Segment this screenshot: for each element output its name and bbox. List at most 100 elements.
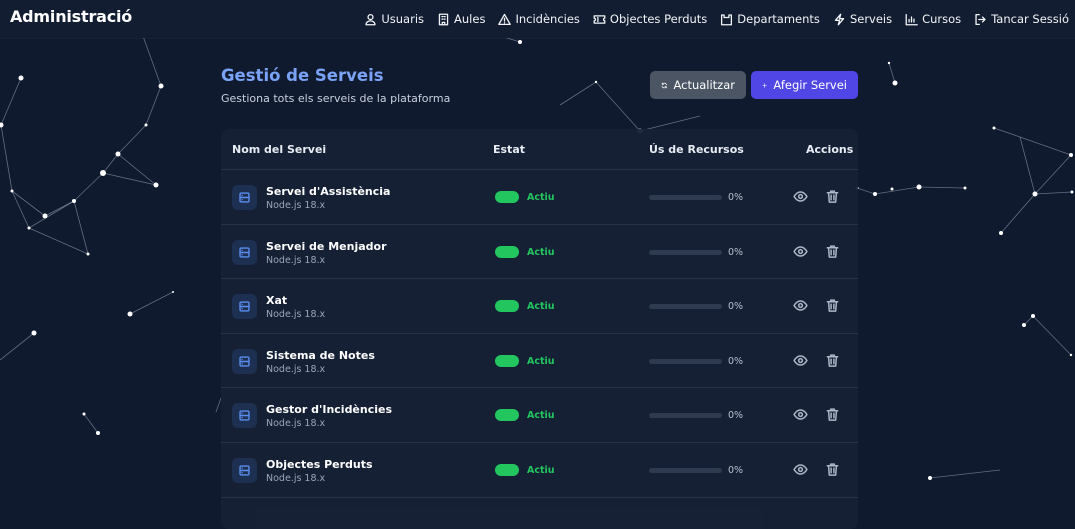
server-icon (232, 348, 257, 374)
eye-icon (793, 189, 808, 208)
trash-icon (825, 462, 840, 481)
service-runtime: Node.js 18.x (266, 309, 326, 321)
service-name: Servei d'Assistència (266, 185, 391, 198)
plus-icon (762, 82, 767, 88)
nav-tancar-sessio[interactable]: Tancar Sessió (974, 12, 1069, 26)
page-subtitle: Gestiona tots els serveis de la platafor… (221, 92, 451, 105)
status-label: Actiu (527, 246, 555, 258)
service-runtime: Node.js 18.x (266, 418, 326, 430)
status-label: Actiu (527, 355, 555, 367)
server-icon (232, 185, 257, 210)
server-icon (232, 239, 257, 265)
usage-bar (649, 358, 722, 364)
usage-percent: 0% (728, 192, 744, 203)
status-toggle[interactable] (495, 354, 519, 367)
trash-icon (825, 244, 840, 263)
delete-button[interactable] (825, 462, 840, 477)
status-toggle[interactable] (495, 463, 519, 476)
usage-bar (649, 249, 722, 255)
status-toggle[interactable] (495, 191, 519, 203)
eye-icon (793, 244, 808, 263)
view-button[interactable] (793, 462, 808, 477)
nav-cursos[interactable]: Cursos (905, 12, 961, 26)
view-button[interactable] (793, 298, 808, 313)
view-button[interactable] (793, 353, 808, 368)
server-icon (232, 457, 257, 483)
header-actions: Accions (806, 143, 854, 156)
service-runtime: Node.js 18.x (266, 200, 326, 211)
nav-objectes-perduts[interactable]: Objectes Perduts (593, 12, 707, 26)
ticket-icon (593, 14, 606, 24)
nav-aules[interactable]: Aules (437, 12, 485, 26)
delete-button[interactable] (825, 407, 840, 422)
table-row: Xat Node.js 18.x Actiu 0% (221, 279, 858, 334)
status-label: Actiu (527, 192, 555, 203)
service-name: Sistema de Notes (266, 348, 375, 362)
trash-icon (825, 189, 840, 208)
nav-usuaris[interactable]: Usuaris (364, 12, 424, 26)
nav-label: Objectes Perduts (609, 12, 708, 26)
bolt-icon (834, 13, 845, 25)
view-button[interactable] (793, 189, 808, 204)
usage-percent: 0% (728, 355, 744, 367)
view-button[interactable] (793, 244, 808, 259)
eye-icon (793, 353, 808, 372)
service-name: Gestor d'Incidències (266, 403, 393, 417)
user-icon (365, 13, 376, 25)
delete-button[interactable] (825, 353, 840, 368)
status-toggle[interactable] (495, 245, 519, 258)
header-usage: Ús de Recursos (649, 143, 744, 156)
delete-button[interactable] (825, 244, 840, 259)
table-row: Gestor d'Incidències Node.js 18.x Actiu 0% (221, 388, 858, 443)
table-body: Servei d'Assistència Node.js 18.x Actiu 0% S… (221, 170, 858, 498)
service-runtime: Node.js 18.x (266, 363, 326, 375)
header-status: Estat (493, 143, 526, 156)
nav-label: Serveis (849, 12, 893, 26)
usage-percent: 0% (728, 464, 744, 476)
nav-departaments[interactable]: Departaments (720, 12, 820, 26)
delete-button[interactable] (825, 298, 840, 313)
header-name: Nom del Servei (232, 143, 327, 156)
refresh-icon (661, 82, 667, 88)
status-toggle[interactable] (495, 300, 519, 313)
usage-bar (649, 413, 722, 419)
nav-label: Cursos (922, 12, 962, 26)
add-service-button[interactable]: Afegir Servei (751, 71, 858, 99)
chart-icon (905, 13, 918, 25)
refresh-label: Actualitzar (673, 78, 735, 92)
status-label: Actiu (527, 301, 555, 313)
page-title: Gestió de Serveis (221, 66, 384, 85)
service-name: Servei de Menjador (266, 239, 387, 253)
eye-icon (793, 462, 808, 481)
inbox-icon (721, 13, 733, 25)
usage-bar (649, 467, 722, 473)
usage-bar (649, 304, 722, 310)
nav-label: Departaments (737, 12, 820, 26)
trash-icon (825, 407, 840, 426)
server-icon (232, 403, 257, 429)
service-runtime: Node.js 18.x (266, 472, 326, 484)
status-label: Actiu (527, 464, 555, 476)
table-row: Servei de Menjador Node.js 18.x Actiu 0% (221, 225, 858, 280)
usage-percent: 0% (728, 410, 744, 422)
delete-button[interactable] (825, 189, 840, 204)
refresh-button[interactable]: Actualitzar (650, 71, 746, 99)
nav-incidencies[interactable]: Incidències (498, 12, 580, 26)
logout-icon (975, 13, 986, 25)
usage-bar (649, 195, 722, 200)
service-name: Objectes Perduts (266, 457, 373, 471)
nav-label: Tancar Sessió (991, 12, 1069, 26)
services-table: Nom del Servei Estat Ús de Recursos Acci… (221, 129, 858, 529)
table-row: Objectes Perduts Node.js 18.x Actiu 0% (221, 443, 858, 498)
eye-icon (793, 298, 808, 317)
table-row: Sistema de Notes Node.js 18.x Actiu 0% (221, 334, 858, 389)
service-runtime: Node.js 18.x (266, 254, 326, 266)
warning-icon (498, 13, 512, 25)
eye-icon (793, 407, 808, 426)
nav-serveis[interactable]: Serveis (833, 12, 892, 26)
usage-percent: 0% (728, 246, 744, 258)
view-button[interactable] (793, 407, 808, 422)
status-toggle[interactable] (495, 409, 519, 422)
nav-label: Aules (454, 12, 486, 26)
building-icon (438, 13, 449, 25)
